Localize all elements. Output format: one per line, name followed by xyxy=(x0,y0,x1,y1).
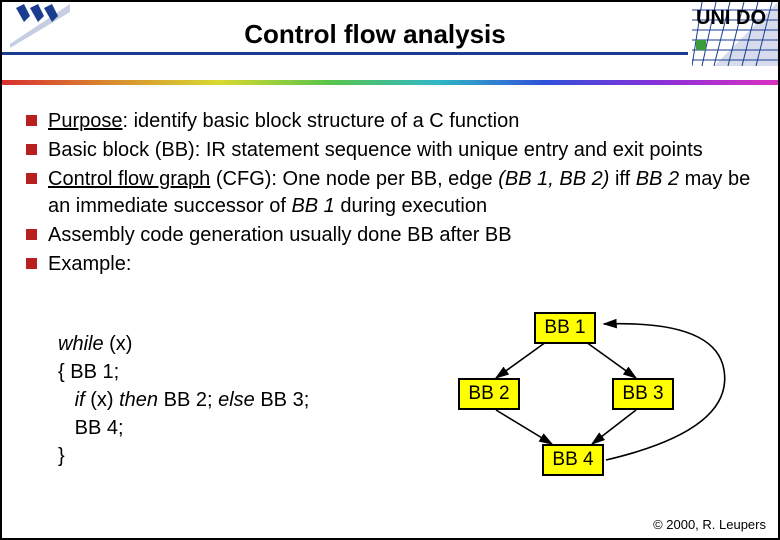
cfg-diagram: BB 1 BB 2 BB 3 BB 4 xyxy=(434,310,754,500)
title-underline xyxy=(2,52,688,55)
bullet-cfg: Control flow graph (CFG): One node per B… xyxy=(26,166,754,220)
unido-text: UNI DO xyxy=(696,7,766,29)
content-area: Purpose: identify basic block structure … xyxy=(26,108,754,280)
bullet-purpose: Purpose: identify basic block structure … xyxy=(26,108,754,135)
bullet-basic-block: Basic block (BB): IR statement sequence … xyxy=(26,137,754,164)
copyright-footer: © 2000, R. Leupers xyxy=(653,517,766,532)
slide-title: Control flow analysis xyxy=(2,19,778,50)
example-area: while (x) { BB 1; if (x) then BB 2; else… xyxy=(58,310,748,500)
slide-header: Control flow analysis xyxy=(2,2,778,66)
flag-logo-icon xyxy=(10,4,70,48)
code-line-2: { BB 1; xyxy=(58,358,309,386)
cfg-node-bb1: BB 1 xyxy=(534,312,596,344)
cfg-node-bb3: BB 3 xyxy=(612,378,674,410)
code-line-4: BB 4; xyxy=(58,414,309,442)
code-block: while (x) { BB 1; if (x) then BB 2; else… xyxy=(58,330,309,470)
slide: Control flow analysis xyxy=(0,0,780,540)
code-line-3: if (x) then BB 2; else BB 3; xyxy=(58,386,309,414)
code-line-5: } xyxy=(58,442,309,470)
cfg-node-bb2: BB 2 xyxy=(458,378,520,410)
bullet-list: Purpose: identify basic block structure … xyxy=(26,108,754,278)
code-line-1: while (x) xyxy=(58,330,309,358)
rainbow-divider xyxy=(2,80,778,85)
bullet-example: Example: xyxy=(26,251,754,278)
unido-logo-icon: UNI DO xyxy=(692,2,778,66)
cfg-node-bb4: BB 4 xyxy=(542,444,604,476)
bullet-assembly: Assembly code generation usually done BB… xyxy=(26,222,754,249)
